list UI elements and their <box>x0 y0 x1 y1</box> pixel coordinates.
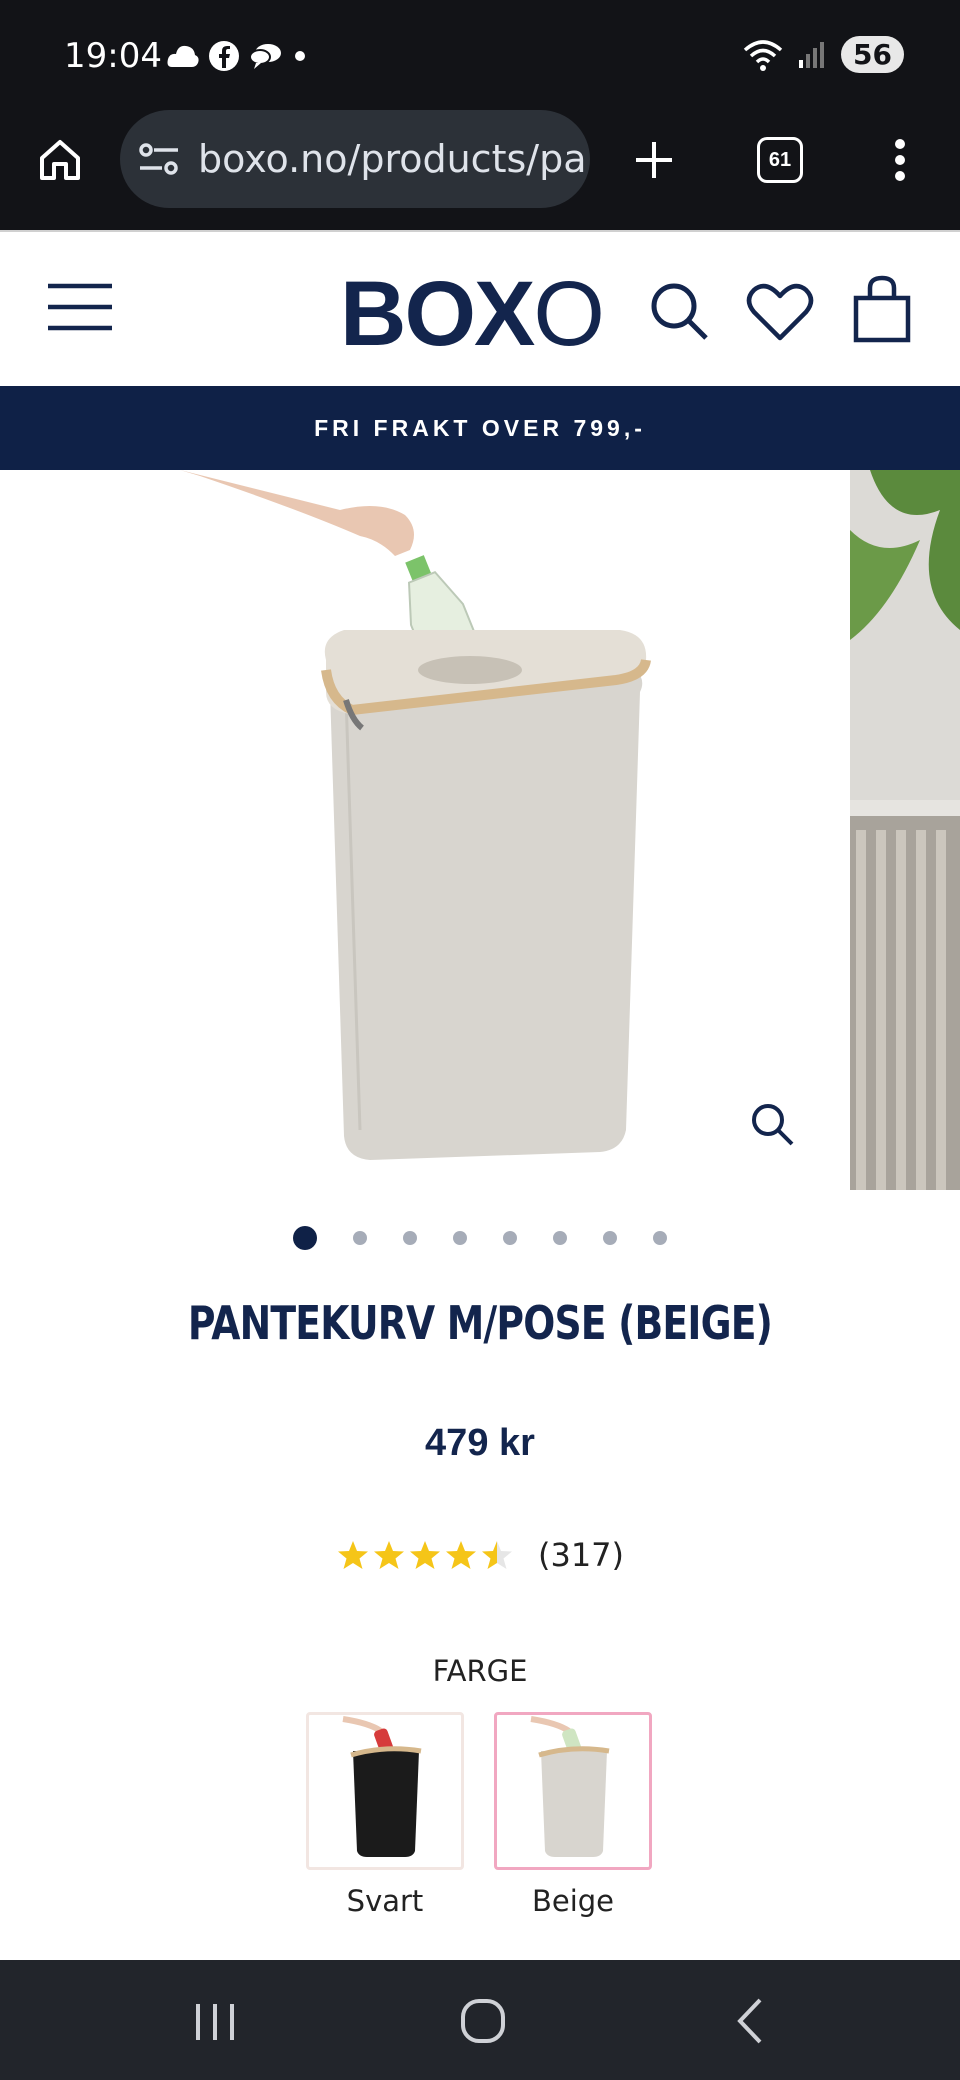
search-icon <box>651 283 708 340</box>
product-image[interactable] <box>0 470 848 1190</box>
facebook-icon <box>209 41 239 71</box>
url-text: boxo.no/products/pa <box>198 137 587 181</box>
browser-toolbar: boxo.no/products/pa 61 <box>0 108 960 230</box>
cloud-icon <box>167 45 199 67</box>
carousel-dot[interactable] <box>293 1226 317 1250</box>
product-title: PANTEKURV M/POSE (BEIGE) <box>187 1296 773 1350</box>
back-button[interactable] <box>730 1996 770 2046</box>
status-bar: 19:04 56 <box>0 0 960 108</box>
system-icons: 56 <box>743 36 904 73</box>
tab-count: 61 <box>757 137 803 183</box>
home-button[interactable] <box>30 130 90 190</box>
star-icon <box>337 1541 368 1569</box>
rating-stars <box>336 1539 514 1571</box>
next-product-image[interactable] <box>850 470 960 1190</box>
cart-button[interactable] <box>852 274 912 344</box>
star-icon <box>481 1541 512 1569</box>
swatch-beige[interactable] <box>494 1712 652 1870</box>
basket-illustration <box>180 470 651 1160</box>
product-price: 479 kr <box>425 1422 535 1464</box>
star-icon <box>373 1541 404 1569</box>
product-gallery[interactable] <box>0 470 960 1190</box>
chat-icon <box>249 44 281 69</box>
search-button[interactable] <box>648 280 710 342</box>
zoom-icon <box>752 1104 794 1146</box>
carousel-dot[interactable] <box>453 1231 467 1245</box>
lifestyle-photo-illustration <box>850 470 960 1190</box>
zoom-button[interactable] <box>748 1100 798 1150</box>
hamburger-icon <box>48 283 112 331</box>
shopping-bag-icon <box>853 275 911 343</box>
more-vert-icon <box>895 139 905 181</box>
star-icon <box>409 1541 440 1569</box>
swatch-label-svart: Svart <box>346 1884 424 1918</box>
site-settings-icon <box>139 143 178 175</box>
status-time: 19:04 <box>64 36 162 76</box>
dot-icon <box>295 51 305 61</box>
new-tab-button[interactable] <box>622 130 686 190</box>
carousel-dot[interactable] <box>653 1231 667 1245</box>
wishlist-button[interactable] <box>746 282 814 342</box>
site-logo[interactable]: BOXO <box>340 262 605 367</box>
review-count[interactable]: (317) <box>538 1536 624 1574</box>
battery-indicator: 56 <box>841 36 904 73</box>
carousel-dots <box>0 1226 960 1250</box>
tab-switcher-button[interactable]: 61 <box>750 130 810 190</box>
star-icon <box>445 1541 476 1569</box>
carousel-dot[interactable] <box>503 1231 517 1245</box>
swatch-svart[interactable] <box>306 1712 464 1870</box>
signal-icon <box>799 41 825 68</box>
promo-banner: FRI FRAKT OVER 799,- <box>0 386 960 470</box>
beige-basket-thumbnail <box>530 1716 610 1857</box>
black-basket-thumbnail <box>342 1716 422 1857</box>
home-nav-button[interactable] <box>458 1996 508 2046</box>
swatch-label-beige: Beige <box>531 1884 615 1918</box>
carousel-dot[interactable] <box>353 1231 367 1245</box>
carousel-dot[interactable] <box>603 1231 617 1245</box>
back-chevron-icon <box>737 1998 762 2044</box>
carousel-dot[interactable] <box>403 1231 417 1245</box>
recent-apps-button[interactable] <box>190 2000 240 2044</box>
browser-menu-button[interactable] <box>870 130 930 190</box>
menu-button[interactable] <box>46 282 116 332</box>
recent-apps-icon <box>196 2004 234 2040</box>
address-bar[interactable]: boxo.no/products/pa <box>120 110 590 208</box>
carousel-dot[interactable] <box>553 1231 567 1245</box>
system-nav-bar <box>0 1960 960 2080</box>
site-header: BOXO <box>0 230 960 386</box>
plus-icon <box>636 142 672 178</box>
heart-icon <box>746 283 814 341</box>
product-rating[interactable]: (317) <box>0 1536 960 1574</box>
color-label: FARGE <box>432 1654 528 1688</box>
home-circle-icon <box>461 1999 505 2043</box>
wifi-icon <box>743 39 783 71</box>
home-icon <box>40 140 80 180</box>
notification-icons <box>166 40 310 72</box>
